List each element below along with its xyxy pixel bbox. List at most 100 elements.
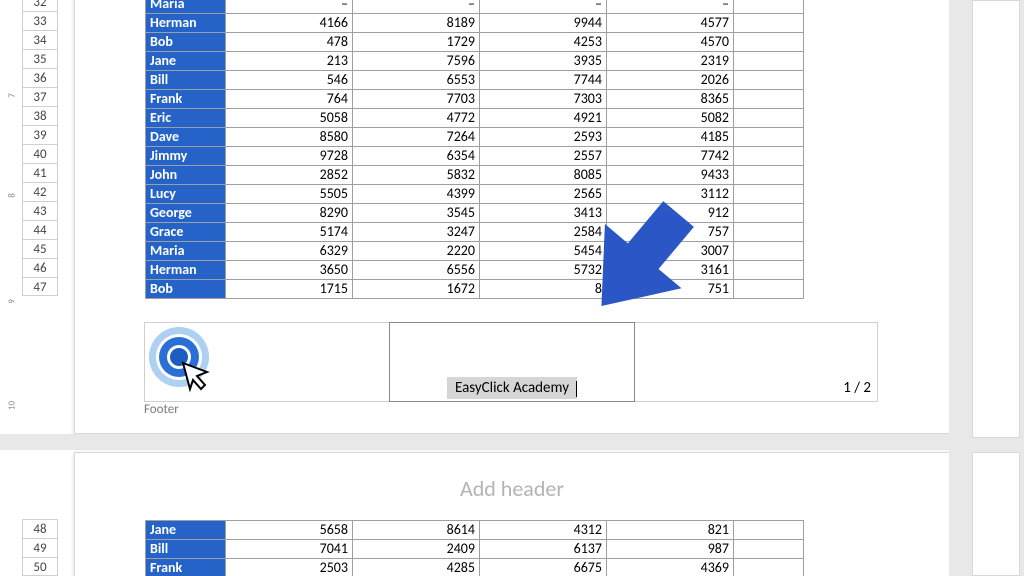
value-cell[interactable]: 764 [226, 90, 353, 109]
value-cell[interactable]: 2503 [226, 559, 353, 576]
value-cell[interactable]: 546 [226, 71, 353, 90]
value-cell[interactable]: 4921 [480, 109, 607, 128]
value-cell[interactable]: 5732 [480, 261, 607, 280]
name-cell[interactable]: Bob [146, 280, 226, 299]
row-header[interactable]: 42 [22, 182, 58, 201]
value-cell[interactable]: 751 [607, 280, 734, 299]
blank-cell[interactable] [734, 242, 804, 261]
name-cell[interactable]: George [146, 204, 226, 223]
row-header[interactable]: 37 [22, 87, 58, 106]
value-cell[interactable]: 821 [607, 521, 734, 540]
value-cell[interactable]: 1729 [353, 33, 480, 52]
value-cell[interactable]: 9433 [607, 166, 734, 185]
data-table-page1[interactable]: Maria––––Herman4166818999444577Bob478172… [145, 0, 804, 299]
value-cell[interactable]: 7303 [480, 90, 607, 109]
value-cell[interactable]: – [226, 0, 353, 14]
value-cell[interactable]: 2565 [480, 185, 607, 204]
table-row[interactable]: Maria–––– [146, 0, 804, 14]
name-cell[interactable]: Maria [146, 242, 226, 261]
row-header[interactable]: 45 [22, 239, 58, 258]
value-cell[interactable]: 5832 [353, 166, 480, 185]
row-header[interactable]: 48 [22, 519, 58, 538]
row-header[interactable]: 44 [22, 220, 58, 239]
name-cell[interactable]: John [146, 166, 226, 185]
row-headers-page1[interactable]: 32333435363738394041424344454647 [22, 0, 58, 296]
value-cell[interactable]: 6553 [353, 71, 480, 90]
blank-cell[interactable] [734, 559, 804, 576]
row-header[interactable]: 35 [22, 49, 58, 68]
value-cell[interactable]: 5658 [226, 521, 353, 540]
table-row[interactable]: George829035453413912 [146, 204, 804, 223]
footer-center-segment[interactable]: EasyClick Academy [389, 322, 635, 402]
row-header[interactable]: 38 [22, 106, 58, 125]
blank-cell[interactable] [734, 33, 804, 52]
table-row[interactable]: Grace517432472584757 [146, 223, 804, 242]
blank-cell[interactable] [734, 280, 804, 299]
value-cell[interactable]: 7041 [226, 540, 353, 559]
name-cell[interactable]: Jimmy [146, 147, 226, 166]
value-cell[interactable]: 3161 [607, 261, 734, 280]
value-cell[interactable]: 4312 [480, 521, 607, 540]
name-cell[interactable]: Jane [146, 52, 226, 71]
blank-cell[interactable] [734, 14, 804, 33]
value-cell[interactable]: 7596 [353, 52, 480, 71]
table-row[interactable]: Frank2503428566754369 [146, 559, 804, 576]
value-cell[interactable]: 8189 [353, 14, 480, 33]
value-cell[interactable]: 6329 [226, 242, 353, 261]
value-cell[interactable]: 4166 [226, 14, 353, 33]
value-cell[interactable]: 1715 [226, 280, 353, 299]
value-cell[interactable]: 987 [607, 540, 734, 559]
value-cell[interactable]: 5454 [480, 242, 607, 261]
table-row[interactable]: Bob478172942534570 [146, 33, 804, 52]
blank-cell[interactable] [734, 147, 804, 166]
row-headers-page2[interactable]: 484950 [22, 519, 58, 576]
table-row[interactable]: Bill546655377442026 [146, 71, 804, 90]
value-cell[interactable]: 5058 [226, 109, 353, 128]
blank-cell[interactable] [734, 52, 804, 71]
value-cell[interactable]: 3650 [226, 261, 353, 280]
blank-cell[interactable] [734, 90, 804, 109]
value-cell[interactable]: 6675 [480, 559, 607, 576]
value-cell[interactable]: 7744 [480, 71, 607, 90]
blank-cell[interactable] [734, 261, 804, 280]
value-cell[interactable]: 1672 [353, 280, 480, 299]
value-cell[interactable]: – [607, 0, 734, 14]
blank-cell[interactable] [734, 0, 804, 14]
value-cell[interactable]: 3545 [353, 204, 480, 223]
value-cell[interactable]: 3247 [353, 223, 480, 242]
blank-cell[interactable] [734, 128, 804, 147]
value-cell[interactable]: 3935 [480, 52, 607, 71]
value-cell[interactable]: 4570 [607, 33, 734, 52]
value-cell[interactable]: 757 [607, 223, 734, 242]
blank-cell[interactable] [734, 166, 804, 185]
name-cell[interactable]: Dave [146, 128, 226, 147]
table-row[interactable]: Jimmy9728635425577742 [146, 147, 804, 166]
name-cell[interactable]: Bill [146, 540, 226, 559]
name-cell[interactable]: Herman [146, 14, 226, 33]
row-header[interactable]: 41 [22, 163, 58, 182]
data-table-page2[interactable]: Jane565886144312821Bill704124096137987Fr… [145, 520, 804, 576]
row-header[interactable]: 32 [22, 0, 58, 11]
value-cell[interactable]: 2584 [480, 223, 607, 242]
name-cell[interactable]: Herman [146, 261, 226, 280]
value-cell[interactable]: 2852 [226, 166, 353, 185]
value-cell[interactable]: 4772 [353, 109, 480, 128]
row-header[interactable]: 36 [22, 68, 58, 87]
row-header[interactable]: 40 [22, 144, 58, 163]
value-cell[interactable]: 4577 [607, 14, 734, 33]
value-cell[interactable]: 5505 [226, 185, 353, 204]
value-cell[interactable]: 4369 [607, 559, 734, 576]
value-cell[interactable]: 6137 [480, 540, 607, 559]
value-cell[interactable]: 8 [480, 280, 607, 299]
name-cell[interactable]: Lucy [146, 185, 226, 204]
value-cell[interactable]: – [353, 0, 480, 14]
value-cell[interactable]: 4399 [353, 185, 480, 204]
value-cell[interactable]: 7703 [353, 90, 480, 109]
value-cell[interactable]: 9728 [226, 147, 353, 166]
table-row[interactable]: Bill704124096137987 [146, 540, 804, 559]
value-cell[interactable]: 6354 [353, 147, 480, 166]
table-row[interactable]: Herman3650655657323161 [146, 261, 804, 280]
value-cell[interactable]: 2593 [480, 128, 607, 147]
blank-cell[interactable] [734, 204, 804, 223]
value-cell[interactable]: 2409 [353, 540, 480, 559]
